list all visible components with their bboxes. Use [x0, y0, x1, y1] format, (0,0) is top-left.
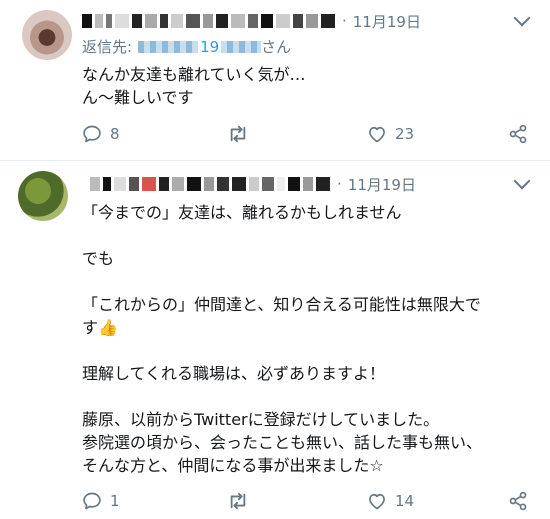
retweet-icon	[230, 125, 246, 143]
like-button[interactable]: 14	[367, 489, 414, 513]
tweet-text-line: 理解してくれる職場は、必ずありますよ！	[82, 364, 386, 383]
tweet-text-line: なんか友達も離れていく気が…	[82, 65, 306, 84]
reply-prefix: 返信先:	[82, 38, 133, 56]
retweet-button[interactable]	[227, 122, 257, 146]
tweet-actions: 1 14	[82, 489, 532, 513]
reply-to-line: 返信先: 19 さん	[82, 36, 291, 57]
like-count: 23	[395, 125, 415, 143]
tweet-text: 「今までの」友達は、離れるかもしれません でも 「これからの」仲間達と、知り合え…	[82, 201, 542, 477]
reply-handle-visible: 19	[200, 37, 220, 56]
retweet-button[interactable]	[227, 489, 257, 513]
tweet-text-line: 「今までの」友達は、離れるかもしれません	[82, 203, 402, 222]
tweet-date[interactable]: 11月19日	[353, 11, 421, 32]
display-name-blurred[interactable]	[90, 177, 333, 191]
avatar[interactable]	[22, 10, 72, 60]
tweet-text-line	[82, 339, 542, 362]
tweet-text-line	[82, 270, 542, 293]
like-icon	[369, 126, 385, 143]
retweet-icon	[230, 492, 246, 510]
chevron-down-icon[interactable]	[513, 9, 531, 27]
tweet-text-line: す👍	[82, 318, 118, 337]
tweet-actions: 8 23	[82, 122, 532, 146]
reply-count: 1	[110, 492, 120, 510]
tweet-text-line: そんな方と、仲間になる事が出来ました☆	[82, 456, 384, 475]
tweet-text: なんか友達も離れていく気が… ん〜難しいです	[82, 63, 542, 109]
reply-icon	[83, 125, 101, 143]
tweet-text-line: でも	[82, 249, 115, 268]
reply-count: 8	[110, 125, 120, 143]
reply-button[interactable]: 8	[82, 122, 120, 146]
tweet[interactable]: · 11月19日 「今までの」友達は、離れるかもしれません でも 「これからの」…	[0, 161, 550, 519]
tweet-text-line	[82, 385, 542, 408]
tweet-text-line: 参院選の頃から、会ったことも無い、話した事も無い、	[82, 433, 483, 452]
tweet-date[interactable]: 11月19日	[348, 174, 416, 195]
avatar[interactable]	[18, 171, 68, 221]
reply-suffix: さん	[261, 38, 292, 56]
dot-separator: ·	[337, 175, 342, 193]
display-name-blurred[interactable]	[82, 14, 338, 28]
reply-handle[interactable]: 19	[138, 37, 262, 56]
tweet-header: · 11月19日	[90, 173, 416, 195]
like-icon	[369, 493, 385, 510]
like-button[interactable]: 23	[367, 122, 414, 146]
tweet-text-line: 藤原、以前からTwitterに登録だけしていました。	[82, 410, 440, 429]
tweet-text-line	[82, 224, 542, 247]
tweet-text-line: 「これからの」仲間達と、知り合える可能性は無限大で	[82, 295, 481, 314]
share-button[interactable]	[508, 489, 528, 513]
reply-icon	[83, 492, 101, 510]
tweet[interactable]: · 11月19日 返信先: 19 さん なんか友達も離れていく気が… ん〜難しい…	[0, 0, 550, 155]
like-count: 14	[395, 492, 415, 510]
share-icon	[509, 491, 527, 511]
tweet-header: · 11月19日	[82, 10, 421, 32]
reply-button[interactable]: 1	[82, 489, 120, 513]
share-button[interactable]	[508, 122, 528, 146]
dot-separator: ·	[342, 12, 347, 30]
share-icon	[509, 124, 527, 144]
chevron-down-icon[interactable]	[513, 172, 531, 190]
tweet-text-line: ん〜難しいです	[82, 88, 194, 107]
